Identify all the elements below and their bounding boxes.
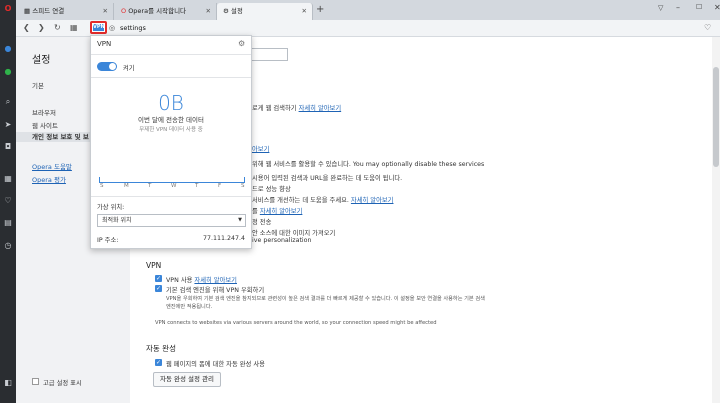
vpn-enable-label: VPN 사용 자세히 알아보기: [166, 277, 237, 284]
opera-help-link[interactable]: Opera 도움말: [32, 161, 72, 171]
privacy-line-10: ive personalization: [252, 237, 312, 244]
vpn-bypass-checkbox[interactable]: ✓: [155, 285, 162, 292]
data-used-value: 0B: [158, 91, 184, 115]
sidebar-item-basic[interactable]: 기본: [32, 80, 44, 90]
gear-icon: ⚙: [223, 7, 231, 15]
speed-dial-icon[interactable]: ▦: [3, 174, 13, 184]
bookmark-heart-icon[interactable]: ♡: [704, 23, 711, 33]
tab-menu-icon[interactable]: ▽: [658, 4, 663, 12]
autofill-label: 웹 페이지의 폼에 대한 자동 완성 사용: [166, 361, 265, 368]
new-tab-button[interactable]: +: [316, 4, 324, 15]
day-label: F: [218, 183, 222, 189]
security-icon[interactable]: ◎: [109, 23, 115, 33]
ip-label: IP 주소:: [97, 237, 119, 244]
tab-speed-dial[interactable]: ▦ 스피드 연결 ✕: [18, 3, 114, 20]
search-icon[interactable]: ⌕: [3, 97, 13, 107]
privacy-line-4: 시용어 입력된 검색과 URL을 완료하는 데 도움이 됩니다.: [252, 175, 403, 182]
close-icon[interactable]: ✕: [302, 3, 307, 20]
usage-chart-tick: [99, 177, 100, 182]
reload-button[interactable]: ↻: [54, 23, 61, 33]
close-icon[interactable]: ✕: [103, 3, 108, 20]
vpn-note: VPN connects to websites via various ser…: [155, 320, 437, 326]
day-label: S: [100, 183, 104, 189]
history-icon[interactable]: ▤: [3, 218, 13, 228]
vpn-enable-checkbox[interactable]: ✓: [155, 275, 162, 282]
forward-button[interactable]: ❯: [38, 23, 45, 33]
tab-opera-welcome[interactable]: O Opera를 시작합니다 ✕: [115, 3, 217, 20]
maximize-button[interactable]: ☐: [696, 3, 702, 11]
data-used-sub: 무제한 VPN 데이터 사용 중: [139, 127, 203, 133]
advanced-settings-label: 고급 설정 표시: [43, 380, 82, 387]
speed-dial-button[interactable]: ▦: [70, 23, 78, 33]
privacy-line-1: 로게 웹 검색하기 자세히 알아보기: [252, 105, 342, 112]
privacy-line-7: 를 자세히 알아보기: [252, 208, 303, 215]
privacy-line-2[interactable]: 아보기: [252, 144, 269, 153]
privacy-line-9: 안 소스에 대한 이미지 가져오기: [252, 230, 336, 237]
location-select[interactable]: 최적화 위치 ▼: [97, 214, 246, 227]
day-label: T: [148, 183, 152, 189]
day-label: S: [241, 183, 245, 189]
usage-chart-tick: [244, 177, 245, 182]
caret-down-icon: ▼: [238, 217, 242, 223]
vpn-bypass-label: 기본 검색 엔진을 위해 VPN 우회하기: [166, 287, 265, 294]
day-label: T: [195, 183, 199, 189]
scrollbar-thumb[interactable]: [713, 67, 719, 167]
data-used-caption: 이번 달에 전송한 데이터: [138, 116, 204, 124]
vpn-bypass-desc-1: VPN을 우회하여 기본 검색 엔진을 참지되므로 관련성이 높은 검색 결과를…: [166, 296, 485, 302]
tab-settings[interactable]: ⚙ 설정 ✕: [217, 3, 313, 20]
tab-bar: ▦ 스피드 연결 ✕ O Opera를 시작합니다 ✕ ⚙ 설정 ✕ + ▽ – ☐ …: [16, 0, 720, 20]
gear-icon[interactable]: ⚙: [238, 39, 245, 48]
settings-title: 설정: [32, 55, 51, 66]
sidebar-toggle-icon[interactable]: ◧: [3, 378, 13, 388]
back-button[interactable]: ❮: [23, 23, 30, 33]
day-label: M: [124, 183, 129, 189]
privacy-line-8: 정 전송: [252, 219, 272, 226]
close-window-button[interactable]: ✕: [714, 3, 720, 12]
opera-rate-link[interactable]: Opera 평가: [32, 174, 66, 184]
divider: [91, 196, 251, 197]
messenger-icon[interactable]: ●: [3, 44, 13, 54]
address-bar[interactable]: settings: [120, 22, 718, 35]
advanced-settings-checkbox[interactable]: [32, 378, 39, 385]
vpn-popup: VPN ⚙ 켜기 0B 이번 달에 전송한 데이터 무제한 VPN 데이터 사용…: [90, 35, 252, 249]
vpn-badge-button[interactable]: VPN: [90, 21, 107, 34]
privacy-line-5: 드로 성능 향상: [252, 186, 291, 193]
location-label: 가상 위치:: [97, 204, 125, 211]
whatsapp-icon[interactable]: ●: [3, 67, 13, 77]
privacy-line-3: 위해 웹 서비스를 활용할 수 있습니다. You may optionally…: [252, 161, 485, 168]
opera-side-panel: O ● ● ⌕ ➤ ◘ ▦ ♡ ▤ ◷ ◧: [0, 0, 16, 403]
sidebar-item-websites[interactable]: 웹 사이트: [32, 120, 58, 130]
vpn-toggle[interactable]: [97, 62, 117, 71]
manage-autofill-button[interactable]: 자동 완성 설정 관리: [153, 372, 222, 387]
minimize-button[interactable]: –: [676, 3, 680, 12]
day-label: W: [171, 183, 177, 189]
ip-value: 77.111.247.4: [202, 235, 245, 242]
heart-icon[interactable]: ♡: [3, 196, 13, 206]
privacy-line-6: 서비스를 개선하는 데 도움을 주세요. 자세히 알아보기: [252, 197, 394, 204]
sidebar-item-browser[interactable]: 브라우저: [32, 107, 56, 117]
divider: [91, 77, 251, 78]
close-icon[interactable]: ✕: [206, 3, 211, 20]
clock-icon[interactable]: ◷: [3, 241, 13, 251]
vpn-popup-title: VPN: [97, 40, 112, 48]
camera-icon[interactable]: ◘: [3, 142, 13, 152]
opera-logo-icon[interactable]: O: [3, 4, 13, 14]
autofill-section-title: 자동 완성: [146, 344, 176, 353]
scrollbar[interactable]: [712, 37, 720, 403]
vpn-toggle-label: 켜기: [123, 65, 135, 72]
autofill-checkbox[interactable]: ✓: [155, 359, 162, 366]
divider: [91, 54, 251, 55]
grid-icon: ▦: [24, 7, 33, 15]
vpn-bypass-desc-2: 엔진에만 적용됩니다.: [166, 304, 213, 310]
vpn-section-title: VPN: [146, 261, 162, 270]
send-icon[interactable]: ➤: [3, 120, 13, 130]
